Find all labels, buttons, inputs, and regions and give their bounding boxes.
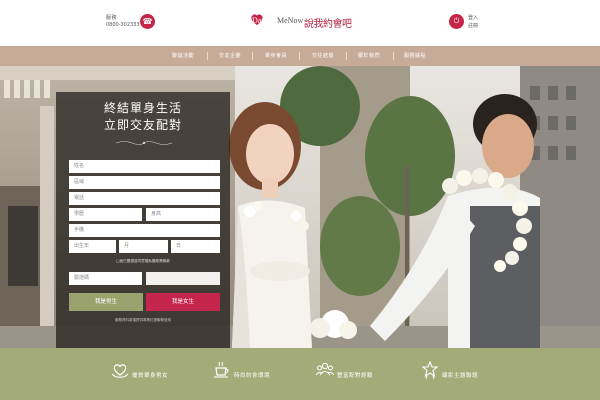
hero-banner: 終結單身生活 立即交友配對 姓名 區域 電話 學歷 身高 手機 出生年 月 日 … [0, 66, 600, 348]
top-header: 服務 0800-302333 ☎ Date MeNow 說我約會吧 ⏻ 登入 註… [0, 0, 600, 46]
phone-number[interactable]: 0800-302333 [106, 22, 140, 28]
logo-text-date: Date [252, 16, 268, 25]
heart-hands-icon [111, 364, 129, 378]
phone-field[interactable]: 電話 [69, 192, 220, 205]
birth-year-select[interactable]: 出生年 [69, 240, 116, 253]
feature-label: 豐富配對經驗 [337, 373, 374, 379]
nav-item-activities[interactable]: 聯誼活動 [158, 46, 208, 66]
nav-item-about[interactable]: 關於我們 [344, 46, 394, 66]
nav-item-locations[interactable]: 服務據點 [390, 46, 440, 66]
captcha-image [146, 272, 220, 285]
feature-label: 顧影主題聯誼 [442, 373, 479, 379]
region-field[interactable]: 區域 [69, 176, 220, 189]
feature-label: 優質單身男女 [132, 373, 169, 379]
height-field[interactable]: 身高 [146, 208, 220, 221]
captcha-field[interactable]: 驗證碼 [69, 272, 142, 285]
login-register-links: 登入 註冊 [468, 14, 478, 30]
site-logo[interactable]: Date MeNow 說我約會吧 [248, 12, 358, 32]
features-strip: 優質單身男女 時尚約會環境 豐富配對經驗 顧影主題聯誼 [0, 348, 600, 400]
feature-label: 時尚約會環境 [234, 373, 271, 379]
name-field[interactable]: 姓名 [69, 160, 220, 173]
star-badge-icon [421, 360, 439, 380]
phone-label: 服務 [106, 15, 118, 21]
nav-item-plans[interactable]: 交友企劃 [205, 46, 255, 66]
phone-icon[interactable]: ☎ [140, 14, 155, 29]
education-field[interactable]: 學歷 [69, 208, 142, 221]
female-signup-button[interactable]: 我是女生 [146, 293, 220, 311]
main-nav: 聯誼活動 交友企劃 單身會員 交往結婚 關於我們 服務據點 [0, 46, 600, 66]
form-title-line2: 立即交友配對 [103, 118, 182, 132]
people-group-icon [315, 362, 335, 376]
login-link[interactable]: 登入 [468, 14, 478, 22]
flourish-divider-icon [115, 141, 173, 145]
login-icon[interactable]: ⏻ [449, 14, 464, 29]
male-signup-button[interactable]: 我是男生 [69, 293, 143, 311]
signup-form-panel: 終結單身生活 立即交友配對 姓名 區域 電話 學歷 身高 手機 出生年 月 日 … [56, 92, 230, 348]
coffee-cup-icon [214, 361, 229, 378]
logo-text-cjk: 說我約會吧 [304, 19, 352, 30]
phone-info: 服務 0800-302333 [106, 14, 166, 34]
logo-text-menow: MeNow [277, 16, 304, 25]
register-link[interactable]: 註冊 [468, 22, 478, 30]
form-title-line1: 終結單身生活 [103, 101, 182, 115]
birth-day-select[interactable]: 日 [171, 240, 220, 253]
form-footer-note: 服務資料將僅提供專業紅娘聯繫使用 [115, 318, 171, 322]
privacy-checkbox-label[interactable]: □我已閱讀並同意隱私權政策條款 [56, 259, 230, 264]
nav-item-marriage[interactable]: 交往結婚 [298, 46, 348, 66]
mobile-field[interactable]: 手機 [69, 224, 220, 237]
birth-month-select[interactable]: 月 [119, 240, 168, 253]
nav-item-members[interactable]: 單身會員 [251, 46, 301, 66]
